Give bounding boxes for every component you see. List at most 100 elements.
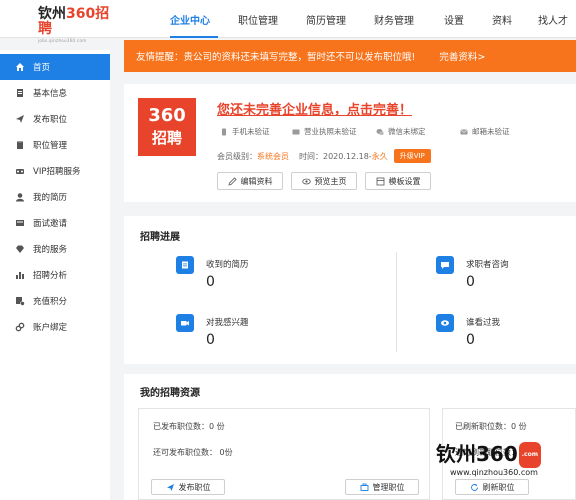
nav-find-talent[interactable]: 找人才 [538,12,568,27]
sidebar-item-recharge[interactable]: 充值积分 [0,288,110,314]
eye-icon [436,314,454,332]
stats-divider [396,252,397,352]
membership-level-value: 系统会员 [257,151,289,161]
stat-value: 0 [206,332,215,348]
sidebar-item-label: 首页 [33,63,51,73]
template-settings-button[interactable]: 模板设置 [365,172,431,190]
logo-text-a: 钦州 [38,6,66,22]
edit-icon [227,176,237,186]
template-settings-label: 模板设置 [388,176,421,186]
license-verify-status[interactable]: 营业执照未验证 [292,126,357,137]
nav-resume-management[interactable]: 简历管理 [306,12,346,27]
document-icon [14,87,26,99]
stat-applicant-inquiries[interactable]: 求职者咨询 0 [436,256,566,296]
stat-label: 对我感兴趣 [206,318,249,328]
membership-info: 会员级别： 系统会员 时间： 2020.12.18- 永久 升级VIP [217,149,431,163]
sidebar-item-interview[interactable]: 面试邀请 [0,210,110,236]
chat-icon [436,256,454,274]
stat-value: 0 [206,274,215,290]
sidebar-item-label: 发布职位 [33,115,68,125]
site-logo[interactable]: 钦州360招聘 jobs.qinzhou360.com [38,6,118,44]
coins-icon [14,295,26,307]
user-icon [14,191,26,203]
incomplete-profile-banner: 友情提醒：贵公司的资料还未填写完整，暂时还不可以发布职位哦! 完善资料> [124,40,576,72]
company-logo: 360 招聘 [138,98,196,156]
edit-profile-label: 编辑资料 [240,176,273,186]
send-icon [166,483,174,491]
preview-homepage-button[interactable]: 预览主页 [291,172,357,190]
job-posting-resources: 已发布职位数：0 份 还可发布职位数： 0份 发布职位 管理职位 [138,408,430,500]
sidebar-item-label: 我的服务 [33,245,68,255]
nav-finance-management[interactable]: 财务管理 [374,12,414,27]
sidebar-item-label: 职位管理 [33,141,68,151]
stat-interested-in-me[interactable]: 对我感兴趣 0 [176,314,326,354]
bar-chart-icon [14,269,26,281]
diamond-icon [14,243,26,255]
stat-received-resumes[interactable]: 收到的简历 0 [176,256,326,296]
post-job-button[interactable]: 发布职位 [151,479,225,495]
company-logo-top: 360 [148,105,186,126]
briefcase-icon [360,483,368,491]
company-logo-bottom: 招聘 [151,129,182,147]
sidebar-item-account-binding[interactable]: 账户绑定 [0,314,110,340]
sidebar-item-label: 基本信息 [33,89,68,99]
clipboard-icon [14,139,26,151]
progress-section-title: 招聘进展 [140,232,180,243]
sidebar-item-label: 面试邀请 [33,219,68,229]
watermark-text: 钦州360 [436,442,518,466]
sidebar-item-label: VIP招聘服务 [33,167,81,177]
link-icon [14,321,26,333]
home-icon [14,61,26,73]
phone-verify-status[interactable]: 手机未验证 [220,126,270,137]
sidebar-item-job-management[interactable]: 职位管理 [0,132,110,158]
stat-label: 收到的简历 [206,260,249,270]
send-icon [14,113,26,125]
eye-icon [301,178,311,184]
posted-jobs-count: 已发布职位数：0 份 [153,422,225,431]
resources-section-title: 我的招聘资源 [140,388,200,399]
resume-icon [176,256,194,274]
edit-profile-button[interactable]: 编辑资料 [217,172,283,190]
wechat-bind-label: 微信未绑定 [388,127,426,136]
sidebar-item-post-job[interactable]: 发布职位 [0,106,110,132]
nav-job-management[interactable]: 职位管理 [238,12,278,27]
vip-icon [14,165,26,177]
email-icon [460,128,468,134]
wechat-bind-status[interactable]: 微信未绑定 [376,126,426,137]
sidebar-item-label: 账户绑定 [33,323,68,333]
sidebar-item-vip-service[interactable]: VIP招聘服务 [0,158,110,184]
membership-time-end: 永久 [371,151,388,161]
recruitment-progress-card: 招聘进展 收到的简历 0 求职者咨询 0 对我感兴趣 0 谁看过我 0 [124,216,576,364]
template-icon [376,177,384,185]
post-job-label: 发布职位 [178,482,211,492]
nav-company-center[interactable]: 企业中心 [170,12,210,27]
sidebar-item-my-resume[interactable]: 我的简历 [0,184,110,210]
membership-time-label: 时间： [299,151,323,161]
sidebar-item-label: 招聘分析 [33,271,68,281]
sidebar-item-label: 我的简历 [33,193,68,203]
complete-company-info-link[interactable]: 您还未完善企业信息，点击完善！ [217,99,412,118]
stat-label: 求职者咨询 [466,260,509,270]
stat-value: 0 [466,332,475,348]
stat-value: 0 [466,274,475,290]
sidebar-item-home[interactable]: 首页 [0,54,110,80]
upgrade-vip-button[interactable]: 升级VIP [393,149,431,163]
nav-active-indicator [170,36,218,38]
email-verify-label: 邮箱未验证 [472,127,510,136]
sidebar-item-my-service[interactable]: 我的服务 [0,236,110,262]
sidebar: 首页 基本信息 发布职位 职位管理 VIP招聘服务 我的简历 面试邀请 我的服务… [0,50,110,500]
license-verify-label: 营业执照未验证 [304,127,357,136]
nav-profile[interactable]: 资料 [492,12,512,27]
sidebar-item-analytics[interactable]: 招聘分析 [0,262,110,288]
manage-jobs-button[interactable]: 管理职位 [345,479,419,495]
wechat-icon [376,128,384,135]
banner-text: 友情提醒：贵公司的资料还未填写完整，暂时还不可以发布职位哦! [136,52,416,63]
license-icon [292,129,300,134]
nav-settings[interactable]: 设置 [444,12,464,27]
sidebar-item-label: 充值积分 [33,297,68,307]
stat-who-viewed-me[interactable]: 谁看过我 0 [436,314,566,354]
email-verify-status[interactable]: 邮箱未验证 [460,126,510,137]
watermark-url: www.qinzhou360.com [450,468,538,477]
sidebar-item-basic-info[interactable]: 基本信息 [0,80,110,106]
complete-profile-link[interactable]: 完善资料> [439,49,485,63]
